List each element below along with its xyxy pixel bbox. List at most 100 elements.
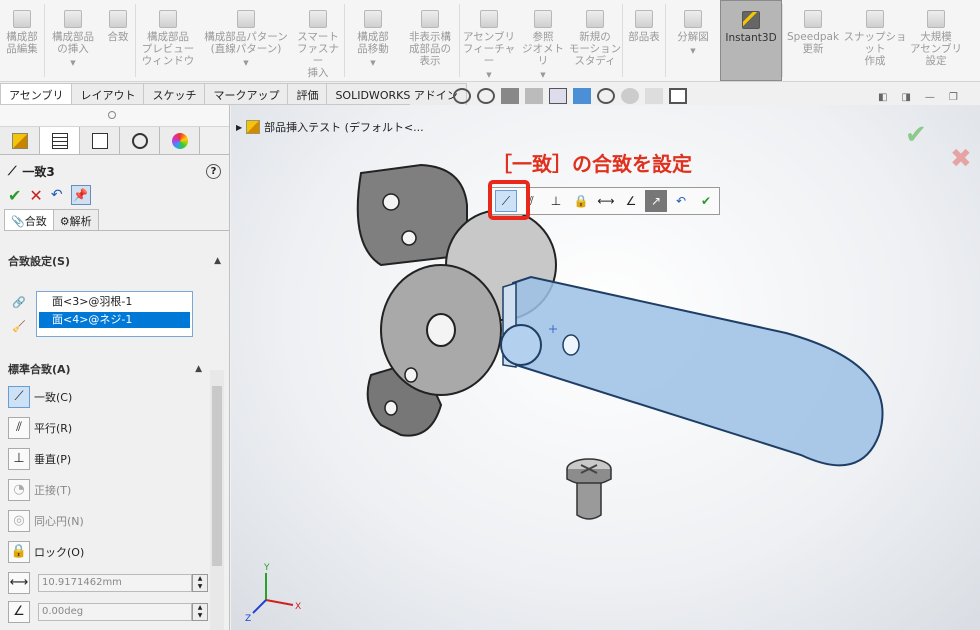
ok-check-icon[interactable]: ✔ (8, 186, 21, 205)
arm-part[interactable] (500, 275, 884, 467)
screw-part[interactable] (566, 458, 612, 520)
distance-icon[interactable]: ⟷ (595, 190, 617, 212)
angle-field[interactable]: 0.00deg (38, 603, 192, 621)
hide-show-items-icon[interactable] (597, 88, 615, 104)
standard-mates-header[interactable]: 標準合致(A) ▲ (0, 357, 210, 381)
dropdown-arrow-icon[interactable]: ▼ (540, 69, 545, 81)
ribbon-button-9[interactable]: 参照 ジオメトリ ▼ (518, 0, 568, 81)
section-view-icon[interactable] (525, 88, 543, 104)
tab-mates[interactable]: 📎合致 (4, 209, 54, 230)
view-settings-icon[interactable] (669, 88, 687, 104)
angle-icon[interactable]: ∠ (620, 190, 642, 212)
edit-appearance-icon[interactable] (621, 88, 639, 104)
distance-stepper[interactable]: ▲ ▼ (192, 574, 208, 592)
zoom-to-fit-icon[interactable] (453, 88, 471, 104)
view-orientation-icon[interactable] (549, 88, 567, 104)
mate-option-2[interactable]: ⊥ 垂直(P) (0, 443, 210, 474)
dropdown-arrow-icon[interactable]: ▼ (486, 69, 491, 81)
mate-option-3[interactable]: ◔ 正接(T) (0, 474, 210, 505)
restore-icon[interactable]: ❐ (949, 92, 958, 103)
distance-icon[interactable]: ⟷ (8, 572, 30, 594)
collapse-dot-icon[interactable] (108, 111, 116, 119)
ribbon-button-1[interactable]: 構成部品 の挿入 ▼ (45, 0, 101, 81)
ribbon-button-13[interactable]: Instant3D (720, 0, 782, 81)
graphics-area[interactable]: Y X Z (231, 105, 980, 630)
help-icon[interactable]: ? (206, 163, 221, 179)
tab-0[interactable]: アセンブリ (0, 83, 73, 105)
distance-field[interactable]: 10.9171462mm (38, 574, 192, 592)
mate-option-5[interactable]: 🔒 ロック(O) (0, 536, 210, 567)
ribbon-button-15[interactable]: スナップショット 作成 (843, 0, 907, 81)
ribbon-button-5[interactable]: スマート ファスナー 挿入 (292, 0, 344, 81)
list-item-selected[interactable]: 面<4>@ネジ-1 (39, 312, 190, 328)
dropdown-arrow-icon[interactable]: ▼ (370, 57, 375, 69)
flip-alignment-icon[interactable]: ↗ (645, 190, 667, 212)
collapse-left-icon[interactable]: ◧ (878, 92, 887, 103)
angle-stepper[interactable]: ▲ ▼ (192, 603, 208, 621)
tab-1[interactable]: レイアウト (71, 83, 145, 105)
minimize-icon[interactable]: — (925, 92, 935, 103)
dropdown-arrow-icon[interactable]: ▼ (690, 45, 695, 57)
mate-settings-header[interactable]: 合致設定(S) ▲ (0, 249, 229, 273)
tab-3[interactable]: マークアップ (204, 83, 289, 105)
dropdown-arrow-icon[interactable]: ▼ (243, 57, 248, 69)
apply-scene-icon[interactable] (645, 88, 663, 104)
mate-entities-list[interactable]: 面<3>@羽根-1 面<4>@ネジ-1 (36, 291, 193, 337)
mate-option-1[interactable]: ⫽ 平行(R) (0, 412, 210, 443)
parallel-icon[interactable]: ⫽ (8, 416, 30, 439)
ribbon-button-6[interactable]: 構成部 品移動 ▼ (345, 0, 401, 81)
undo-icon[interactable]: ↶ (51, 187, 63, 203)
ribbon-button-12[interactable]: 分解図 ▼ (666, 0, 720, 81)
tab-property-manager[interactable] (40, 127, 80, 154)
ribbon-button-14[interactable]: Speedpak 更新 (783, 0, 843, 81)
tab-dimxpert-manager[interactable] (120, 127, 160, 154)
expand-arrow-icon[interactable]: ▶ (236, 123, 242, 132)
undo-icon[interactable]: ↶ (670, 190, 692, 212)
assembly-name: 部品挿入テスト (デフォルト<... (264, 121, 424, 134)
panel-collapse-bar[interactable] (0, 105, 229, 127)
concentric-icon[interactable]: ◎ (8, 509, 30, 532)
cancel-x-icon[interactable]: ✕ (29, 186, 42, 205)
clear-selection-icon[interactable]: 🧹 (12, 320, 26, 333)
ribbon-button-16[interactable]: 大規模 アセンブリ 設定 (907, 0, 965, 81)
scrollbar-thumb[interactable] (212, 386, 222, 566)
ribbon-button-11[interactable]: 部品表 (623, 0, 665, 81)
previous-view-icon[interactable] (501, 88, 519, 104)
tab-5[interactable]: SOLIDWORKS アドイン (326, 83, 467, 105)
collapse-right-icon[interactable]: ◨ (901, 92, 910, 103)
ribbon-command-icon (64, 10, 82, 28)
tab-analysis[interactable]: ⚙解析 (52, 209, 99, 230)
zoom-to-area-icon[interactable] (477, 88, 495, 104)
mate-option-4[interactable]: ◎ 同心円(N) (0, 505, 210, 536)
mate-option-0[interactable]: ⟋ 一致(C) (0, 381, 210, 412)
tab-2[interactable]: スケッチ (143, 83, 206, 105)
tangent-icon[interactable]: ◔ (8, 478, 30, 501)
display-style-icon[interactable] (573, 88, 591, 104)
lock-icon[interactable]: 🔒 (570, 190, 592, 212)
panel-scrollbar[interactable] (210, 370, 224, 630)
tab-configuration-manager[interactable] (80, 127, 120, 154)
ribbon-button-label: 構成部 品移動 (357, 31, 389, 55)
tab-display-manager[interactable] (160, 127, 200, 154)
tab-4[interactable]: 評価 (287, 83, 328, 105)
coincident-icon[interactable]: ⟋ (8, 385, 30, 408)
ribbon-button-0[interactable]: 構成部 品編集 (0, 0, 44, 81)
ok-check-icon[interactable]: ✔ (695, 190, 717, 212)
feature-tree-flyout[interactable]: ▶ 部品挿入テスト (デフォルト<... (236, 119, 424, 135)
angle-icon[interactable]: ∠ (8, 601, 30, 623)
pin-icon[interactable]: 📌 (70, 185, 91, 205)
confirm-check-icon[interactable]: ✔ (905, 120, 927, 150)
ribbon-button-10[interactable]: 新規の モーション スタディ (568, 0, 622, 81)
ribbon-button-7[interactable]: 非表示構 成部品の 表示 (401, 0, 459, 81)
cancel-x-icon[interactable]: ✖ (950, 144, 972, 174)
dropdown-arrow-icon[interactable]: ▼ (70, 57, 75, 69)
ribbon-button-8[interactable]: アセンブリ フィーチャー ▼ (460, 0, 518, 81)
list-item[interactable]: 面<3>@羽根-1 (39, 294, 190, 310)
ribbon-button-4[interactable]: 構成部品パターン (直線パターン) ▼ (200, 0, 292, 81)
perpendicular-icon[interactable]: ⊥ (8, 447, 30, 470)
ribbon-button-3[interactable]: 構成部品 プレビュー ウィンドウ (136, 0, 200, 81)
perpendicular-icon[interactable]: ⊥ (545, 190, 567, 212)
lock-icon[interactable]: 🔒 (8, 540, 30, 563)
tab-feature-manager[interactable] (0, 127, 40, 154)
ribbon-button-2[interactable]: 合致 (101, 0, 135, 81)
